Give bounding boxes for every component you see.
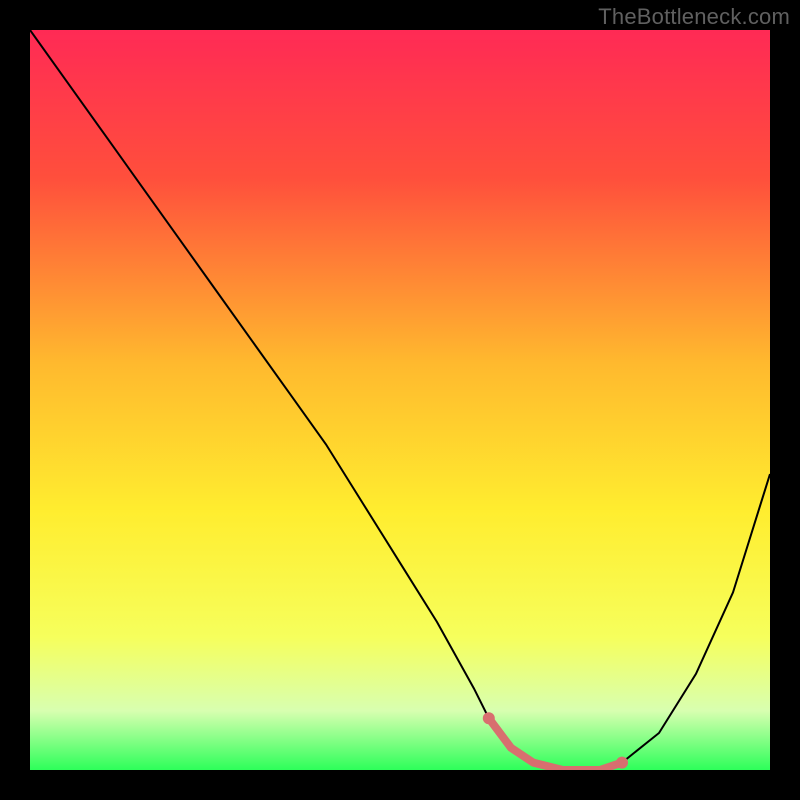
gradient-background <box>30 30 770 770</box>
chart-frame: TheBottleneck.com <box>0 0 800 800</box>
plot-area <box>30 30 770 770</box>
bottleneck-curve-chart <box>30 30 770 770</box>
watermark-text: TheBottleneck.com <box>598 4 790 30</box>
highlight-dot <box>616 757 628 769</box>
highlight-dot <box>483 712 495 724</box>
